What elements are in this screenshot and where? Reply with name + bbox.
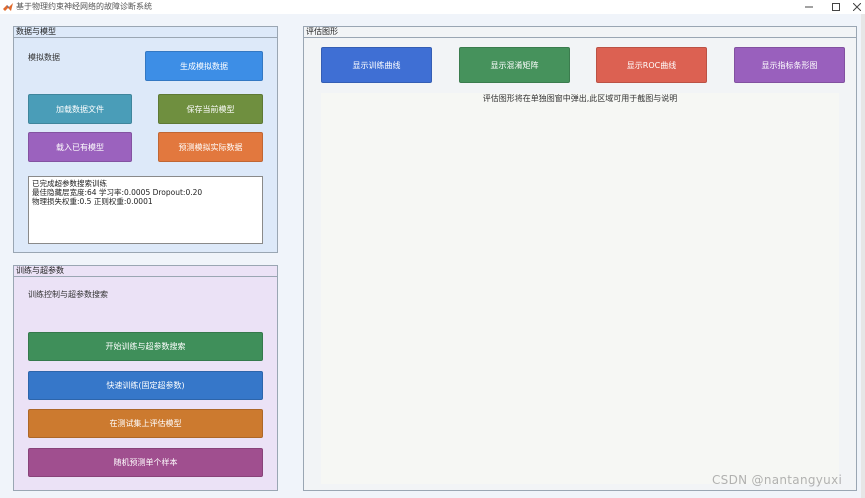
load-model-button[interactable]: 载入已有模型	[28, 132, 132, 162]
show-training-curves-button[interactable]: 显示训练曲线	[321, 47, 432, 83]
load-data-file-button[interactable]: 加载数据文件	[28, 94, 132, 124]
quick-train-button[interactable]: 快速训练(固定超参数)	[28, 371, 263, 400]
show-roc-curve-button[interactable]: 显示ROC曲线	[596, 47, 707, 83]
show-confusion-matrix-button[interactable]: 显示混淆矩阵	[459, 47, 570, 83]
panel-divider	[14, 276, 277, 277]
panel-divider	[14, 37, 277, 38]
close-icon	[853, 3, 861, 11]
random-predict-button[interactable]: 随机预测单个样本	[28, 448, 263, 477]
section-label: 训练控制与超参数搜索	[28, 290, 108, 299]
training-panel: 训练与超参数 训练控制与超参数搜索 开始训练与超参数搜索 快速训练(固定超参数)…	[13, 265, 278, 491]
save-model-button[interactable]: 保存当前模型	[158, 94, 263, 124]
log-line: 最佳隐藏层宽度:64 学习率:0.0005 Dropout:0.20	[32, 188, 203, 197]
close-button[interactable]	[849, 0, 865, 14]
window-title: 基于物理约束神经网络的故障诊断系统	[16, 2, 152, 11]
minimize-icon	[805, 6, 813, 8]
log-line: 已完成超参数搜索训练	[32, 179, 107, 188]
show-metrics-bar-button[interactable]: 显示指标条形图	[734, 47, 845, 83]
panel-title: 数据与模型	[16, 27, 56, 36]
panel-title: 评估图形	[306, 27, 338, 36]
evaluation-panel: 评估图形 显示训练曲线 显示混淆矩阵 显示ROC曲线 显示指标条形图 评估图形将…	[303, 26, 857, 491]
generate-sim-data-button[interactable]: 生成模拟数据	[145, 51, 263, 81]
section-label: 模拟数据	[28, 53, 60, 62]
log-textbox[interactable]: 已完成超参数搜索训练 最佳隐藏层宽度:64 学习率:0.0005 Dropout…	[28, 176, 263, 244]
data-model-panel: 数据与模型 模拟数据 生成模拟数据 加载数据文件 保存当前模型 载入已有模型 预…	[13, 26, 278, 253]
maximize-icon	[832, 3, 840, 11]
matlab-logo-icon	[3, 3, 13, 11]
evaluate-test-button[interactable]: 在测试集上评估模型	[28, 409, 263, 438]
panel-title: 训练与超参数	[16, 266, 64, 275]
predict-real-data-button[interactable]: 预测模拟实际数据	[158, 132, 263, 162]
window-titlebar: 基于物理约束神经网络的故障诊断系统	[0, 0, 865, 14]
maximize-button[interactable]	[822, 0, 850, 14]
evaluation-display-area: 评估图形将在单独图窗中弹出,此区域可用于截图与说明	[321, 93, 839, 484]
window-edge	[861, 14, 865, 498]
start-hyperparam-search-button[interactable]: 开始训练与超参数搜索	[28, 332, 263, 361]
log-line: 物理损失权重:0.5 正则权重:0.0001	[32, 197, 153, 206]
evaluation-note: 评估图形将在单独图窗中弹出,此区域可用于截图与说明	[482, 94, 678, 103]
minimize-button[interactable]	[795, 0, 823, 14]
panel-divider	[304, 37, 856, 38]
watermark: CSDN @nantangyuxi	[712, 473, 843, 487]
